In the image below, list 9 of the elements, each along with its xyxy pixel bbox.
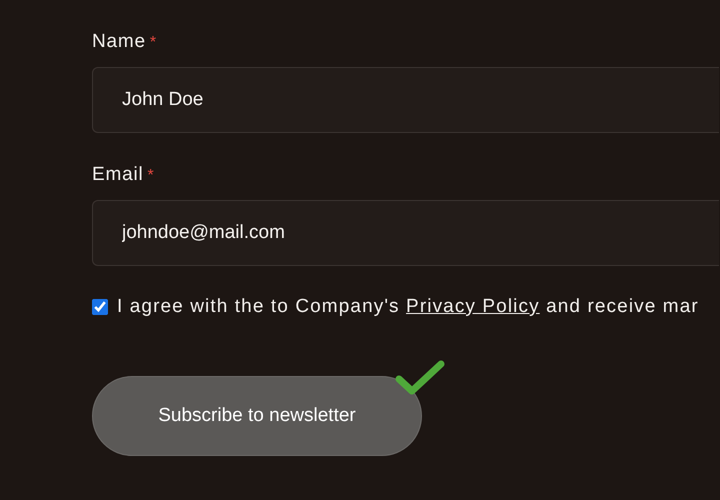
required-mark: *	[148, 167, 154, 184]
privacy-policy-link[interactable]: Privacy Policy	[406, 296, 540, 317]
consent-text: I agree with the to Company's Privacy Policy and receive mar	[117, 296, 699, 318]
text-field[interactable]: John Doe	[92, 67, 719, 133]
consent-checkbox[interactable]	[92, 299, 108, 315]
field-label: Email	[92, 163, 144, 187]
field-label: Name	[92, 30, 146, 54]
subscribe-button[interactable]: Subscribe to newsletter	[92, 376, 422, 456]
required-mark: *	[150, 34, 156, 51]
